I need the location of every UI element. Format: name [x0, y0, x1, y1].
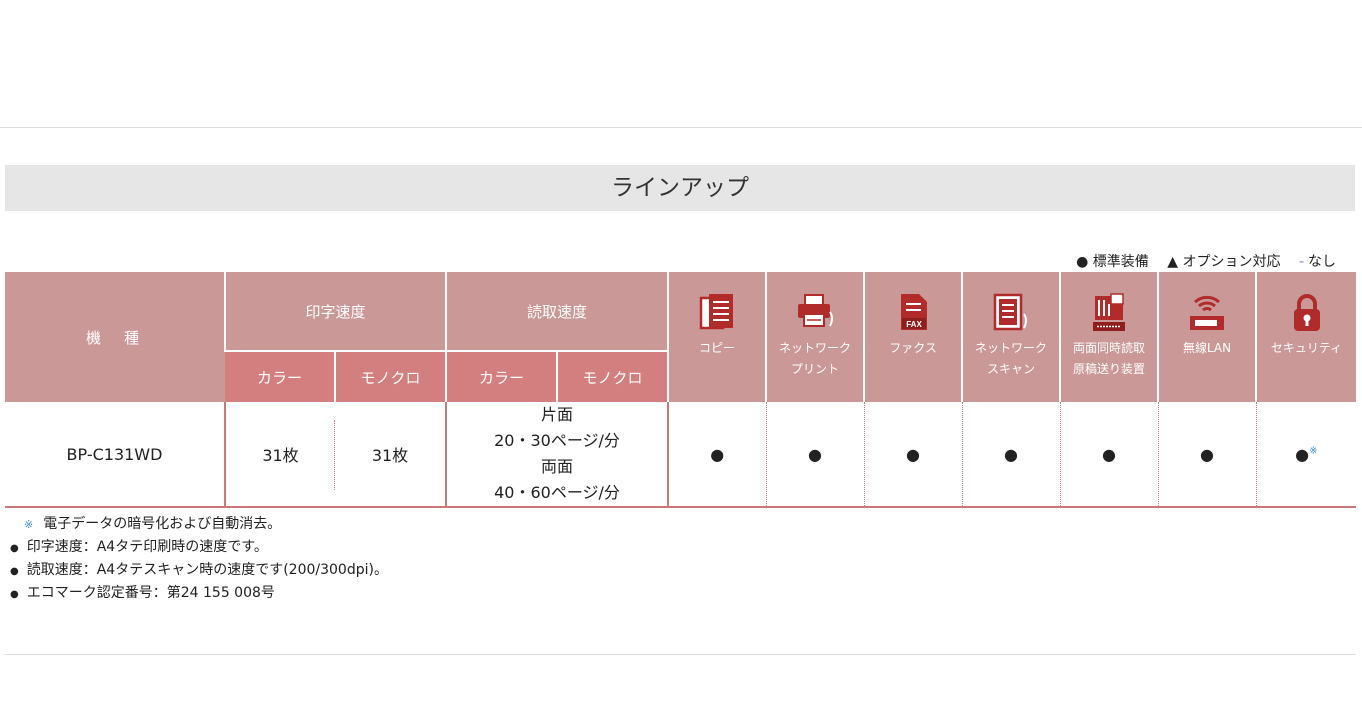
note-bullet: ●: [10, 543, 19, 554]
section-title: ラインアップ: [5, 165, 1355, 211]
note-asterisk-mark: ※: [24, 518, 34, 531]
feature-copy: ●: [668, 402, 767, 508]
feature-wireless-lan: ●: [1158, 402, 1257, 508]
feature-duplex-feeder: ●: [1060, 402, 1159, 508]
notes: ※ 電子データの暗号化および自動消去。 ● 印字速度：A4タテ印刷時の速度です。 ●…: [10, 513, 388, 605]
legend-none: - なし: [1299, 254, 1336, 270]
print-speed-mono: 31枚: [335, 402, 448, 508]
copy-label: コピー: [699, 341, 736, 355]
read-speed-line-2: 20・30ページ/分: [494, 431, 620, 450]
duplex-feeder-label-2: 原稿送り装置: [1073, 362, 1146, 376]
top-divider: [0, 127, 1362, 128]
note-asterisk: ※ 電子データの暗号化および自動消去。: [10, 513, 388, 536]
bottom-divider: [5, 654, 1356, 655]
header-security: セキュリティ: [1255, 272, 1357, 402]
header-print-mono: モノクロ: [333, 351, 447, 402]
note-item-text: 印字速度：A4タテ印刷時の速度です。: [26, 539, 268, 555]
header-model: 機 種: [5, 272, 225, 402]
cell-divider: [334, 420, 335, 490]
print-speed-color: 31枚: [225, 402, 335, 508]
feature-fax: ●: [864, 402, 963, 508]
header-read-color: カラー: [445, 351, 558, 402]
feature-security: ●※: [1256, 402, 1357, 508]
security-label: セキュリティ: [1270, 341, 1343, 355]
header-network-scan: ネットワーク スキャン: [961, 272, 1061, 402]
header-print-speed: 印字速度: [223, 272, 447, 352]
svg-text:FAX: FAX: [906, 320, 922, 329]
wireless-lan-icon: [1190, 295, 1225, 330]
copy-icon: [699, 294, 734, 330]
legend: ● 標準装備 ▲ オプション対応 - なし: [1062, 251, 1336, 271]
print-speed-color-value: 31枚: [262, 446, 299, 465]
fax-icon: FAX: [901, 294, 928, 330]
header-network-print: ネットワーク プリント: [765, 272, 865, 402]
network-scan-icon: [993, 293, 1028, 331]
note-asterisk-text: 電子データの暗号化および自動消去。: [43, 516, 282, 532]
duplex-scan-feeder-icon: [1093, 293, 1126, 331]
note-bullet: ●: [10, 566, 19, 577]
read-speed-line-1: 片面: [541, 405, 574, 424]
network-scan-label-1: ネットワーク: [975, 341, 1048, 355]
header-wireless-lan: 無線LAN: [1157, 272, 1257, 402]
header-fax: FAX ファクス: [863, 272, 963, 402]
feature-network-scan: ●: [962, 402, 1061, 508]
fax-label: ファクス: [889, 341, 937, 355]
feature-network-print: ●: [766, 402, 865, 508]
security-lock-icon: [1293, 294, 1320, 331]
note-item: ● エコマーク認定番号：第24 155 008号: [10, 582, 388, 605]
header-copy: コピー: [667, 272, 767, 402]
legend-standard: ● 標準装備: [1076, 254, 1149, 270]
wireless-lan-label: 無線LAN: [1182, 341, 1232, 355]
header-print-color: カラー: [225, 351, 336, 402]
model-name: BP-C131WD: [5, 402, 226, 508]
network-print-label-1: ネットワーク: [779, 341, 852, 355]
legend-option: ▲ オプション対応: [1167, 254, 1281, 270]
duplex-feeder-label-1: 両面同時読取: [1073, 341, 1146, 355]
table-row: BP-C131WD 31枚 31枚 片面 20・30ページ/分 両面 40・60…: [5, 402, 1357, 508]
network-print-label-2: プリント: [791, 362, 840, 376]
network-print-icon: [798, 294, 834, 327]
read-speed: 片面 20・30ページ/分 両面 40・60ページ/分: [446, 402, 670, 508]
note-item-text: 読取速度：A4タテスキャン時の速度です(200/300dpi)。: [26, 562, 388, 578]
legend-none-mark: -: [1298, 254, 1304, 270]
feature-security-mark: ●: [1295, 444, 1310, 464]
note-item: ● 読取速度：A4タテスキャン時の速度です(200/300dpi)。: [10, 559, 388, 582]
security-note-link[interactable]: ※: [1309, 445, 1317, 456]
legend-none-label: なし: [1308, 254, 1336, 270]
header-duplex-feeder: 両面同時読取 原稿送り装置: [1059, 272, 1159, 402]
network-scan-label-2: スキャン: [987, 362, 1036, 376]
header-read-speed: 読取速度: [445, 272, 669, 352]
note-bullet: ●: [10, 589, 19, 600]
read-speed-line-3: 両面: [541, 457, 574, 476]
read-speed-line-4: 40・60ページ/分: [494, 483, 620, 502]
note-item-text: エコマーク認定番号：第24 155 008号: [26, 585, 275, 601]
header-read-mono: モノクロ: [556, 351, 669, 402]
note-item: ● 印字速度：A4タテ印刷時の速度です。: [10, 536, 388, 559]
lineup-table: 機 種 印字速度 読取速度 コピー ネットワーク プリント FAX ファクス ネ…: [5, 272, 1357, 508]
